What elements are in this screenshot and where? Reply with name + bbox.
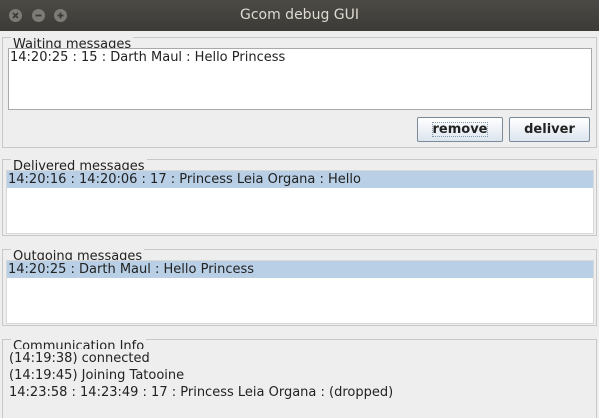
window-title: Gcom debug GUI xyxy=(239,7,360,23)
info-line: (14:19:38) connected xyxy=(9,351,150,366)
deliver-button-label: deliver xyxy=(524,122,575,137)
waiting-messages-panel: Waiting messages 14:20:25 : 15 : Darth M… xyxy=(2,37,597,148)
list-item[interactable]: 14:20:25 : Darth Maul : Hello Princess xyxy=(7,261,593,278)
remove-button[interactable]: remove xyxy=(417,117,503,142)
info-line: (14:19:45) Joining Tatooine xyxy=(9,368,185,383)
delivered-messages-list[interactable]: 14:20:16 : 14:20:06 : 17 : Princess Leia… xyxy=(6,170,594,234)
communication-info-panel: Communication Info (14:19:38) connected … xyxy=(2,339,597,418)
deliver-button[interactable]: deliver xyxy=(509,117,590,142)
list-item[interactable]: 14:20:25 : 15 : Darth Maul : Hello Princ… xyxy=(9,49,591,66)
list-item[interactable]: 14:20:16 : 14:20:06 : 17 : Princess Leia… xyxy=(7,171,593,188)
communication-info-area[interactable]: (14:19:38) connected (14:19:45) Joining … xyxy=(4,349,595,418)
title-bar[interactable]: Gcom debug GUI xyxy=(0,0,599,31)
delivered-messages-panel: Delivered messages 14:20:16 : 14:20:06 :… xyxy=(2,159,597,236)
outgoing-messages-panel: Outgoing messages 14:20:25 : Darth Maul … xyxy=(2,249,597,326)
app-window: Gcom debug GUI Waiting messages 14:20:25… xyxy=(0,0,599,418)
outgoing-messages-list[interactable]: 14:20:25 : Darth Maul : Hello Princess xyxy=(6,260,594,324)
waiting-messages-list[interactable]: 14:20:25 : 15 : Darth Maul : Hello Princ… xyxy=(8,48,592,110)
focus-ring xyxy=(432,122,488,137)
info-line: 14:23:58 : 14:23:49 : 17 : Princess Leia… xyxy=(9,385,394,400)
